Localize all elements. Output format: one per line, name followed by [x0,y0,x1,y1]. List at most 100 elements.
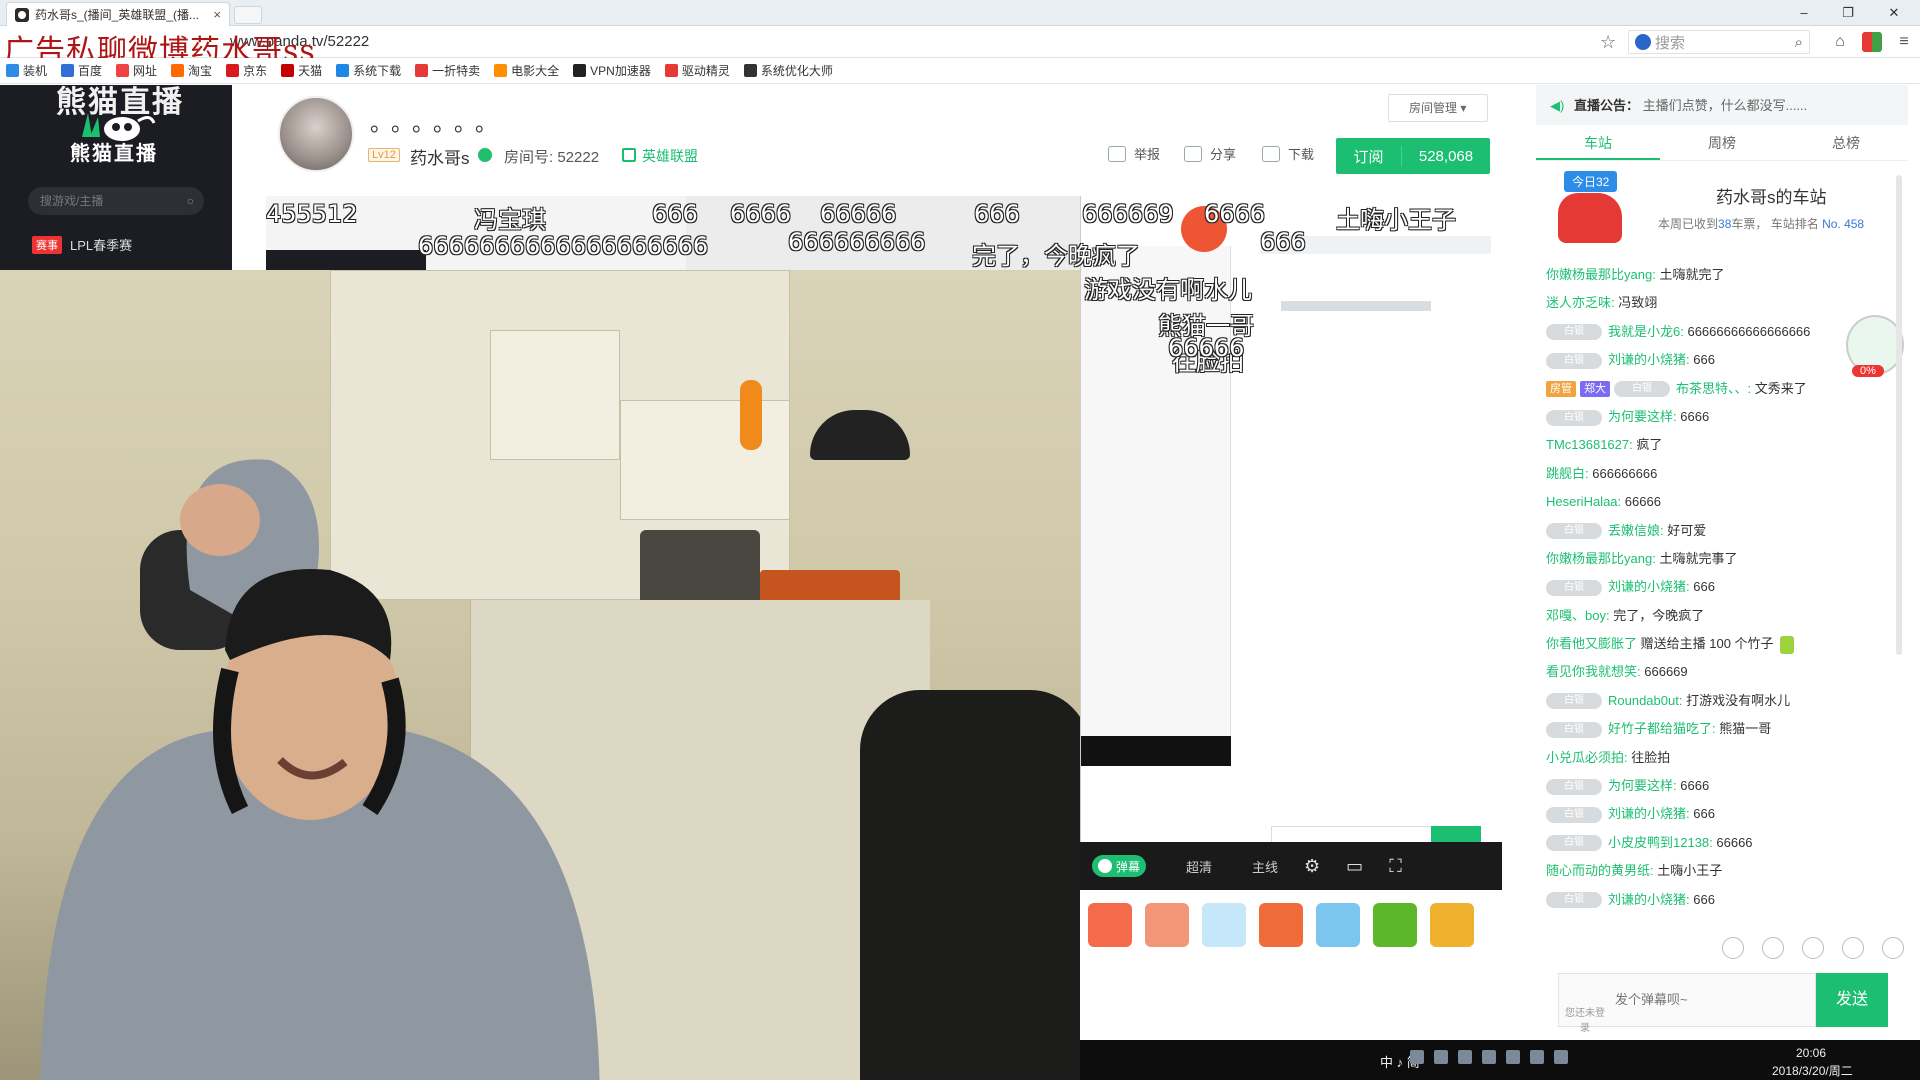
tab-weekly[interactable]: 周榜 [1660,125,1784,160]
chat-message[interactable]: 跳舰白: 666666666 [1546,460,1886,488]
extension-icon[interactable] [1862,32,1882,52]
tray-app-icon[interactable] [1482,1050,1496,1064]
bookmark-star-icon[interactable]: ☆ [1600,32,1616,53]
fullscreen-icon[interactable]: ⛶ [1389,856,1402,877]
chat-message[interactable]: 白银 刘谦的小烧猪: 666 [1546,886,1886,911]
chat-username[interactable]: 刘谦的小烧猪: [1608,352,1690,367]
chat-username[interactable]: 你嫩杨最那比yang: [1546,551,1656,566]
search-icon[interactable]: ○ [187,187,194,215]
share-button[interactable]: 分享 [1184,144,1236,163]
gift-bamboo-icon[interactable] [1373,903,1417,947]
subscribe-button[interactable]: 订阅 528,068 [1336,138,1490,174]
tray-app-icon[interactable] [1434,1050,1448,1064]
chat-username[interactable]: 小兑瓜必须拍: [1546,750,1628,765]
chat-username[interactable]: 为何要这样: [1608,778,1677,793]
chat-username[interactable]: 看见你我就想笑: [1546,664,1641,679]
clock-date[interactable]: 2018/3/20/周二 [1772,1062,1853,1079]
gift-ghost-icon[interactable] [1202,903,1246,947]
gift-knot-icon[interactable] [1259,903,1303,947]
bookmark-item[interactable]: 百度 [61,62,102,79]
bookmark-item[interactable]: 系统下载 [336,62,401,79]
streamer-name[interactable]: 药水哥s [410,144,470,169]
trash-icon[interactable] [1842,937,1864,959]
chat-message[interactable]: HeseriHalaa: 66666 [1546,488,1886,516]
bookmark-item[interactable]: 驱动精灵 [664,62,730,79]
chat-message[interactable]: 白银 我就是小龙6: 66666666666666666 [1546,318,1886,346]
chat-username[interactable]: 随心而动的黄男纸: [1546,863,1654,878]
network-icon[interactable] [1530,1050,1544,1064]
tab-station[interactable]: 车站 [1536,125,1660,160]
bookmark-item[interactable]: 网址 [116,62,157,79]
widescreen-icon[interactable]: ▭ [1346,856,1363,877]
bookmark-item[interactable]: 系统优化大师 [743,62,833,79]
chat-message[interactable]: 房管 郑大 白银 布茶思特、、: 文秀来了 [1546,375,1886,403]
gift-panda-icon[interactable] [1316,903,1360,947]
chat-message[interactable]: 看见你我就想笑: 666669 [1546,658,1886,686]
chat-username[interactable]: 跳舰白: [1546,466,1589,481]
lock-icon[interactable] [1882,937,1904,959]
tray-app-icon[interactable] [1458,1050,1472,1064]
chat-username[interactable]: 刘谦的小烧猪: [1608,806,1690,821]
chat-message[interactable]: 邓嘎、boy: 完了，今晚疯了 [1546,602,1886,630]
chat-input[interactable] [1615,984,1805,1014]
menu-icon[interactable]: ≡ [1894,32,1914,52]
chat-message[interactable]: 白银 好竹子都给猫吃了: 熊猫一哥 [1546,715,1886,743]
chat-message[interactable]: 小兑瓜必须拍: 往脸拍 [1546,744,1886,772]
report-button[interactable]: 举报 [1108,144,1160,163]
chat-username[interactable]: 为何要这样: [1608,409,1677,424]
chat-username[interactable]: 邓嘎、boy: [1546,608,1610,623]
bookmark-item[interactable]: 天猫 [281,62,322,79]
basket-icon[interactable]: ⌂ [1830,32,1850,52]
tray-app-icon[interactable] [1410,1050,1424,1064]
emoji-icon[interactable] [1722,937,1744,959]
gift-bag-icon[interactable] [1430,903,1474,947]
chat-username[interactable]: 布茶思特、、: [1676,381,1751,396]
chat-username[interactable]: 刘谦的小烧猪: [1608,892,1690,907]
chat-username[interactable]: 迷人亦乏味: [1546,295,1615,310]
chat-username[interactable]: 我就是小龙6: [1608,324,1684,339]
chat-message[interactable]: 白银 小皮皮鸭到12138: 66666 [1546,829,1886,857]
danmu-toggle[interactable]: 弹幕 [1092,855,1146,877]
bookmark-item[interactable]: 一折特卖 [415,62,480,79]
chat-username[interactable]: TMc13681627: [1546,437,1633,452]
quality-selector[interactable]: 超清 [1186,857,1212,876]
browser-tab[interactable]: 药水哥s_(播间_英雄联盟_(播... × [6,2,230,26]
mail-icon[interactable] [1762,937,1784,959]
category-link[interactable]: 英雄联盟 [642,146,698,166]
chat-message[interactable]: 白银 为何要这样: 6666 [1546,403,1886,431]
minimize-icon[interactable]: – [1784,2,1824,24]
chat-message[interactable]: 白银 为何要这样: 6666 [1546,772,1886,800]
search-icon[interactable]: ⌕ [1795,34,1803,51]
chat-username[interactable]: HeseriHalaa: [1546,494,1621,509]
video-stream[interactable] [0,270,1080,1080]
chat-message[interactable]: 白银 Roundab0ut: 打游戏没有啊水儿 [1546,687,1886,715]
browser-search-box[interactable]: 搜索 ⌕ [1628,30,1810,54]
chat-username[interactable]: 你看他又膨胀了 [1546,636,1637,651]
restore-icon[interactable]: ❐ [1828,2,1868,24]
avatar[interactable] [278,96,354,172]
room-manage-dropdown[interactable]: 房间管理 ▾ [1388,94,1488,122]
site-search-input[interactable]: 搜游戏/主播 ○ [28,187,204,215]
tab-close-icon[interactable]: × [213,7,221,22]
copy-icon[interactable] [1802,937,1824,959]
bookmark-item[interactable]: VPN加速器 [573,62,651,79]
chat-message[interactable]: 你看他又膨胀了 赠送给主播 100 个竹子 [1546,630,1886,658]
chat-username[interactable]: 好竹子都给猫吃了: [1608,721,1716,736]
chat-username[interactable]: 小皮皮鸭到12138: [1608,835,1713,850]
clock-time[interactable]: 20:06 [1796,1046,1826,1060]
chat-message[interactable]: 你嫩杨最那比yang: 土嗨就完事了 [1546,545,1886,573]
chat-username[interactable]: 你嫩杨最那比yang: [1546,267,1656,282]
gift-fish-icon[interactable] [1088,903,1132,947]
nav-item-lpl[interactable]: 赛事 LPL春季赛 [32,235,132,254]
login-hint[interactable]: 您还未登录 [1565,982,1605,1034]
chat-username[interactable]: Roundab0ut: [1608,693,1682,708]
close-window-icon[interactable]: ✕ [1874,2,1914,24]
send-button[interactable]: 发送 [1816,973,1888,1027]
chat-message[interactable]: 你嫩杨最那比yang: 土嗨就完了 [1546,261,1886,289]
bookmark-item[interactable]: 京东 [226,62,267,79]
new-tab-button[interactable] [234,6,262,24]
settings-icon[interactable]: ⚙ [1304,856,1320,877]
chat-scrollbar[interactable] [1896,175,1902,655]
gift-leg-icon[interactable] [1145,903,1189,947]
volume-icon[interactable] [1554,1050,1568,1064]
